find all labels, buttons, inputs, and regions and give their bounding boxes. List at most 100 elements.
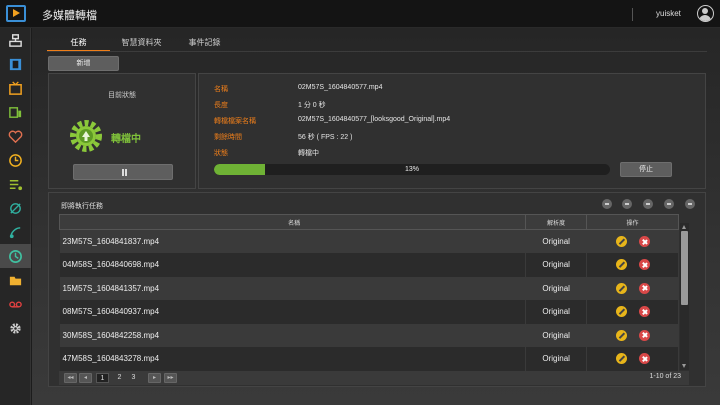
- page-number[interactable]: 1: [96, 373, 109, 383]
- progress-text: 13%: [404, 166, 419, 173]
- table-row[interactable]: 15M57S_1604841357.mp4 Original: [59, 276, 679, 300]
- pause-button[interactable]: [73, 164, 173, 180]
- row-ops: [586, 300, 679, 324]
- tab-event-log[interactable]: 事件記錄: [173, 32, 236, 52]
- list-icon: [9, 179, 23, 190]
- row-name: 08M57S_1604840937.mp4: [59, 300, 527, 324]
- sidebar: [0, 28, 31, 405]
- username[interactable]: yuisket: [656, 9, 681, 18]
- delete-icon[interactable]: [638, 236, 650, 247]
- row-resolution: Original: [525, 276, 588, 300]
- sidebar-item-video[interactable]: [0, 52, 31, 76]
- main-content: 任務 智慧資料夾 事件記錄 新增 目前狀態 轉檔中 名稱 02M57S_1604…: [32, 28, 720, 405]
- scroll-up-icon[interactable]: [682, 225, 686, 229]
- edit-icon[interactable]: [615, 329, 627, 341]
- sidebar-item-network[interactable]: [0, 220, 31, 244]
- delete-icon[interactable]: [638, 306, 650, 318]
- row-name: 04M58S_1604840698.mp4: [59, 253, 527, 277]
- delete-icon[interactable]: [638, 259, 650, 271]
- move-top-icon[interactable]: [664, 199, 674, 209]
- tab-smart-folder[interactable]: 智慧資料夾: [110, 32, 173, 52]
- sidebar-item-share[interactable]: [0, 196, 31, 220]
- sidebar-item-tv[interactable]: [0, 76, 31, 100]
- export-icon: [9, 33, 22, 47]
- gear-icon: [10, 322, 21, 334]
- delete-icon[interactable]: [638, 329, 650, 341]
- row-resolution: Original: [525, 229, 588, 253]
- sidebar-item-queue[interactable]: [0, 172, 31, 196]
- table-row[interactable]: 08M57S_1604840937.mp4 Original: [59, 300, 679, 324]
- table-row[interactable]: 23M57S_1604841837.mp4 Original: [59, 229, 679, 253]
- table-row[interactable]: 30M58S_1604842258.mp4 Original: [59, 323, 679, 347]
- row-ops: [586, 229, 679, 253]
- delete-icon[interactable]: [638, 282, 650, 294]
- sidebar-item-export[interactable]: [0, 28, 31, 52]
- info-label: 長度: [214, 102, 228, 109]
- status-panel: 目前狀態 轉檔中: [48, 73, 196, 189]
- last-page-icon[interactable]: ▸▸: [164, 373, 177, 383]
- info-label: 名稱: [214, 86, 228, 93]
- table-row[interactable]: 47M58S_1604843278.mp4 Original: [59, 347, 679, 371]
- edit-icon[interactable]: [615, 259, 627, 271]
- share-icon: [10, 202, 21, 214]
- page-number[interactable]: 3: [127, 373, 140, 383]
- row-resolution: Original: [525, 323, 588, 347]
- column-header-name[interactable]: 名稱: [58, 214, 527, 230]
- add-button[interactable]: 新增: [48, 56, 119, 71]
- table-row[interactable]: 04M58S_1604840698.mp4 Original: [59, 253, 679, 277]
- sidebar-item-transcode[interactable]: [0, 244, 31, 268]
- info-value: 56 秒 ( FPS : 22 ): [298, 134, 353, 141]
- column-header-ops: 操作: [586, 214, 679, 230]
- tv-icon: [9, 80, 22, 95]
- row-name: 30M58S_1604842258.mp4: [59, 323, 527, 347]
- sidebar-item-recent[interactable]: [0, 148, 31, 172]
- film-icon: [9, 58, 22, 70]
- move-down-icon[interactable]: [622, 199, 632, 209]
- stop-button[interactable]: 停止: [620, 162, 672, 177]
- sidebar-item-playlist[interactable]: [0, 100, 31, 124]
- queue-table: 名稱 解析度 操作 23M57S_1604841837.mp4 Original…: [58, 214, 679, 371]
- sidebar-item-settings[interactable]: [0, 316, 31, 340]
- row-resolution: Original: [525, 300, 588, 324]
- row-name: 23M57S_1604841837.mp4: [59, 229, 527, 253]
- status-title: 目前狀態: [108, 92, 136, 99]
- edit-icon[interactable]: [615, 236, 627, 247]
- sidebar-item-favorite[interactable]: [0, 124, 31, 148]
- cassette-icon: [9, 300, 22, 308]
- row-resolution: Original: [525, 253, 588, 277]
- scroll-down-icon[interactable]: [682, 364, 686, 368]
- tab-tasks[interactable]: 任務: [47, 32, 110, 52]
- clock-icon: [9, 153, 22, 167]
- task-info-panel: 名稱 02M57S_1604840577.mp4 長度 1 分 0 秒 轉檔檔案…: [198, 73, 706, 189]
- edit-icon[interactable]: [615, 353, 627, 365]
- page-number[interactable]: 2: [113, 373, 126, 383]
- avatar-icon[interactable]: [697, 5, 714, 22]
- scroll-thumb[interactable]: [681, 231, 688, 305]
- row-name: 47M58S_1604843278.mp4: [59, 347, 527, 371]
- pagination: ◂◂ ◂ 1 2 3 ▸ ▸▸ 1-10 of 23: [59, 371, 689, 385]
- edit-icon[interactable]: [615, 306, 627, 318]
- converting-gear-icon: [70, 120, 102, 152]
- sidebar-item-folder[interactable]: [0, 268, 31, 292]
- edit-icon[interactable]: [615, 282, 627, 294]
- playlist-icon: [9, 106, 22, 118]
- tab-divider: [47, 51, 707, 52]
- info-label: 剩餘時間: [214, 134, 242, 141]
- queue-scrollbar[interactable]: [680, 223, 689, 370]
- row-resolution: Original: [525, 347, 588, 371]
- first-page-icon[interactable]: ◂◂: [64, 373, 77, 383]
- column-header-resolution[interactable]: 解析度: [525, 214, 588, 230]
- info-value: 轉檔中: [298, 150, 319, 157]
- header-divider: [632, 8, 633, 21]
- app-logo-icon[interactable]: [6, 5, 26, 22]
- delete-icon[interactable]: [638, 353, 650, 365]
- move-bottom-icon[interactable]: [602, 199, 612, 209]
- sidebar-item-recorder[interactable]: [0, 292, 31, 316]
- app-title: 多媒體轉檔: [42, 10, 97, 22]
- next-page-icon[interactable]: ▸: [148, 373, 161, 383]
- table-header: 名稱 解析度 操作: [58, 214, 679, 230]
- prev-page-icon[interactable]: ◂: [79, 373, 92, 383]
- move-up-icon[interactable]: [643, 199, 653, 209]
- select-all-icon[interactable]: [685, 199, 695, 209]
- info-label: 轉檔檔案名稱: [214, 118, 256, 125]
